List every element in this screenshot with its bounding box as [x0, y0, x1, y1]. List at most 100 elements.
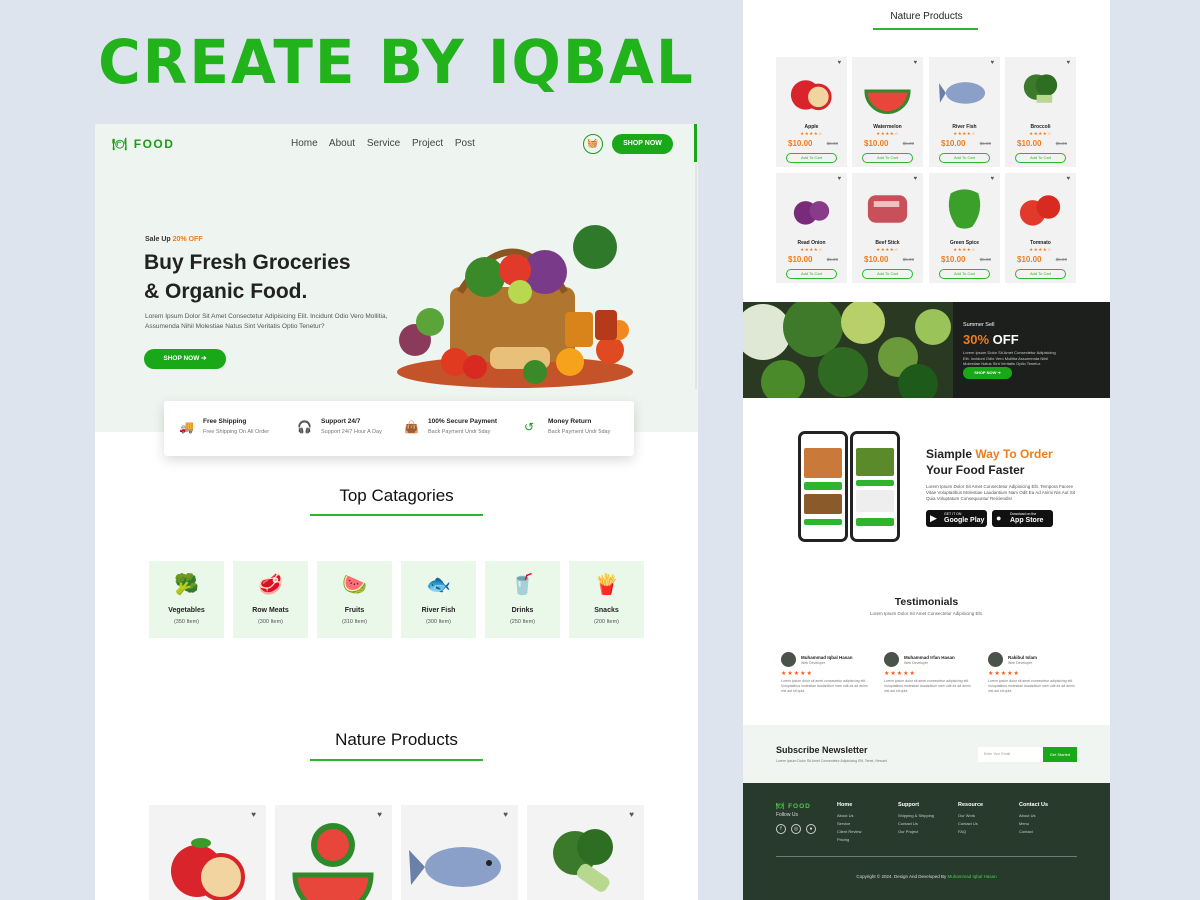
category-card-vegetables[interactable]: 🥦 Vegetables (350 Item)	[149, 561, 224, 638]
heart-icon[interactable]: ♥	[1066, 60, 1070, 66]
github-icon[interactable]: ●	[806, 824, 816, 834]
heart-icon[interactable]: ♥	[913, 60, 917, 66]
footer-link[interactable]: Our Work	[958, 813, 983, 818]
heart-icon[interactable]: ♥	[1066, 176, 1070, 182]
product-card-broccoli[interactable]: ♥	[527, 805, 644, 900]
product-card-watermelon[interactable]: ♥	[275, 805, 392, 900]
nav-link-about[interactable]: About	[329, 138, 355, 149]
add-to-cart-button[interactable]: Add To Cart	[939, 153, 990, 163]
nav-link-home[interactable]: Home	[291, 138, 318, 149]
footer-link[interactable]: Shipping & Shipping	[898, 813, 934, 818]
star-rating-icon: ★★★★☆	[800, 131, 823, 136]
app-store-button[interactable]: ● Download on the App Store	[992, 510, 1053, 527]
product-old-price: $5.00	[1055, 141, 1067, 146]
heart-icon[interactable]: ♥	[837, 176, 841, 182]
hero-shop-now-button[interactable]: SHOP NOW ➔	[144, 349, 226, 369]
heart-icon[interactable]: ♥	[990, 60, 994, 66]
feature-subtitle: Back Payment Undr 5day	[428, 429, 491, 435]
footer-link[interactable]: Contact Us	[898, 821, 934, 826]
product-price: $10.00	[788, 139, 813, 148]
footer-link[interactable]: FAQ	[958, 829, 983, 834]
category-card-row-meats[interactable]: 🥩 Row Meats (300 Item)	[233, 561, 308, 638]
vegetables-icon: 🥦	[174, 574, 199, 596]
nav-link-post[interactable]: Post	[455, 138, 475, 149]
footer-link[interactable]: Contact Us	[958, 821, 983, 826]
product-card[interactable]: ♥ Read Onion ★★★★☆ $10.00 $5.00 Add To Cart	[776, 173, 847, 283]
instagram-icon[interactable]: ◎	[791, 824, 801, 834]
add-to-cart-button[interactable]: Add To Cart	[786, 153, 837, 163]
footer-link[interactable]: Our Project	[898, 829, 934, 834]
headline-line2: & Organic Food.	[144, 280, 308, 303]
copyright: Copyright © 2024. Design And Developed B…	[743, 874, 1110, 879]
hero-headline: Buy Fresh Groceries & Organic Food.	[144, 248, 404, 306]
product-card-apple[interactable]: ♥	[149, 805, 266, 900]
testimonial-role: Web Developer	[1008, 661, 1033, 665]
testimonial-text: Lorem ipsum dolor sit amet consectetur a…	[781, 679, 868, 693]
product-card-river-fish[interactable]: ♥	[401, 805, 518, 900]
product-card[interactable]: ♥ Broccoli ★★★★☆ $10.00 $5.00 Add To Cart	[1005, 57, 1076, 167]
heart-icon[interactable]: ♥	[990, 176, 994, 182]
add-to-cart-button[interactable]: Add To Cart	[786, 269, 837, 279]
add-to-cart-button[interactable]: Add To Cart	[862, 153, 913, 163]
footer-link[interactable]: Client Review	[837, 829, 861, 834]
vegetables-banner-image	[743, 302, 953, 398]
logo[interactable]: 🍽 FOOD	[112, 137, 174, 151]
product-card[interactable]: ♥ Tomnato ★★★★☆ $10.00 $5.00 Add To Cart	[1005, 173, 1076, 283]
promo-shop-now-button[interactable]: SHOP NOW ➔	[963, 367, 1012, 379]
footer-logo[interactable]: 🍽 FOOD	[776, 802, 811, 810]
nav-link-project[interactable]: Project	[412, 138, 443, 149]
add-to-cart-button[interactable]: Add To Cart	[1015, 269, 1066, 279]
add-to-cart-button[interactable]: Add To Cart	[862, 269, 913, 279]
product-card[interactable]: ♥ Beef Stick ★★★★☆ $10.00 $5.00 Add To Cart	[852, 173, 923, 283]
heart-icon[interactable]: ♥	[377, 810, 382, 819]
category-card-river-fish[interactable]: 🐟 River Fish (300 Item)	[401, 561, 476, 638]
google-play-button[interactable]: ▶ GET IT ON Google Play	[926, 510, 987, 527]
navbar: 🍽 FOOD Home About Service Project Post 🧺 …	[95, 124, 698, 389]
nav-link-service[interactable]: Service	[367, 138, 400, 149]
heart-icon[interactable]: ♥	[251, 810, 256, 819]
product-old-price: $5.00	[979, 141, 991, 146]
add-to-cart-button[interactable]: Add To Cart	[1015, 153, 1066, 163]
footer-column-heading: Contact Us	[1019, 802, 1049, 808]
heart-icon[interactable]: ♥	[837, 60, 841, 66]
avatar	[884, 652, 899, 667]
category-card-fruits[interactable]: 🍉 Fruits (310 Item)	[317, 561, 392, 638]
author-link[interactable]: Muhammad Iqbal Hasan	[948, 874, 997, 879]
footer-link[interactable]: Contact	[1019, 829, 1048, 834]
phone-screen-list	[856, 490, 894, 512]
heart-icon[interactable]: ♥	[503, 810, 508, 819]
left-page-preview: 🍽 FOOD Home About Service Project Post 🧺 …	[95, 124, 698, 900]
cart-icon[interactable]: 🧺	[583, 134, 603, 154]
footer-link[interactable]: Service	[837, 821, 861, 826]
nav-shop-now-button[interactable]: SHOP NOW	[612, 134, 673, 154]
facebook-icon[interactable]: f	[776, 824, 786, 834]
avatar	[988, 652, 1003, 667]
testimonial-text: Lorem ipsum dolor sit amet consectetur a…	[884, 679, 971, 693]
scrollbar-thumb[interactable]	[694, 124, 697, 162]
product-price: $10.00	[864, 255, 889, 264]
headset-icon: 🎧	[297, 420, 312, 434]
product-image	[1019, 195, 1061, 226]
category-name: River Fish	[421, 607, 456, 614]
product-card[interactable]: ♥ Apple ★★★★☆ $10.00 $5.00 Add To Cart	[776, 57, 847, 167]
product-card[interactable]: ♥ Watermelon ★★★★☆ $10.00 $5.00 Add To Cart	[852, 57, 923, 167]
footer-link[interactable]: Pricing	[837, 837, 861, 842]
footer-link[interactable]: Menu	[1019, 821, 1048, 826]
footer-link[interactable]: About Us	[837, 813, 861, 818]
heart-icon[interactable]: ♥	[629, 810, 634, 819]
product-card[interactable]: ♥ River Fish ★★★★☆ $10.00 $5.00 Add To Cart	[929, 57, 1000, 167]
product-card[interactable]: ♥ Green Spice ★★★★☆ $10.00 $5.00 Add To Cart	[929, 173, 1000, 283]
category-card-drinks[interactable]: 🥤 Drinks (250 Item)	[485, 561, 560, 638]
category-card-snacks[interactable]: 🍟 Snacks (200 Item)	[569, 561, 644, 638]
category-count: (300 Item)	[257, 619, 284, 625]
category-name: Snacks	[594, 607, 619, 614]
scrollbar-track[interactable]	[695, 164, 697, 389]
newsletter-email-input[interactable]: Enter Your Email	[978, 747, 1043, 762]
feature-subtitle: Free Shipping On All Order	[203, 429, 270, 435]
heart-icon[interactable]: ♥	[913, 176, 917, 182]
add-to-cart-button[interactable]: Add To Cart	[939, 269, 990, 279]
newsletter-submit-button[interactable]: Get Started	[1043, 747, 1077, 762]
product-image	[790, 80, 832, 111]
footer-link[interactable]: About Us	[1019, 813, 1048, 818]
promo-label: Summer Sell	[963, 322, 995, 328]
